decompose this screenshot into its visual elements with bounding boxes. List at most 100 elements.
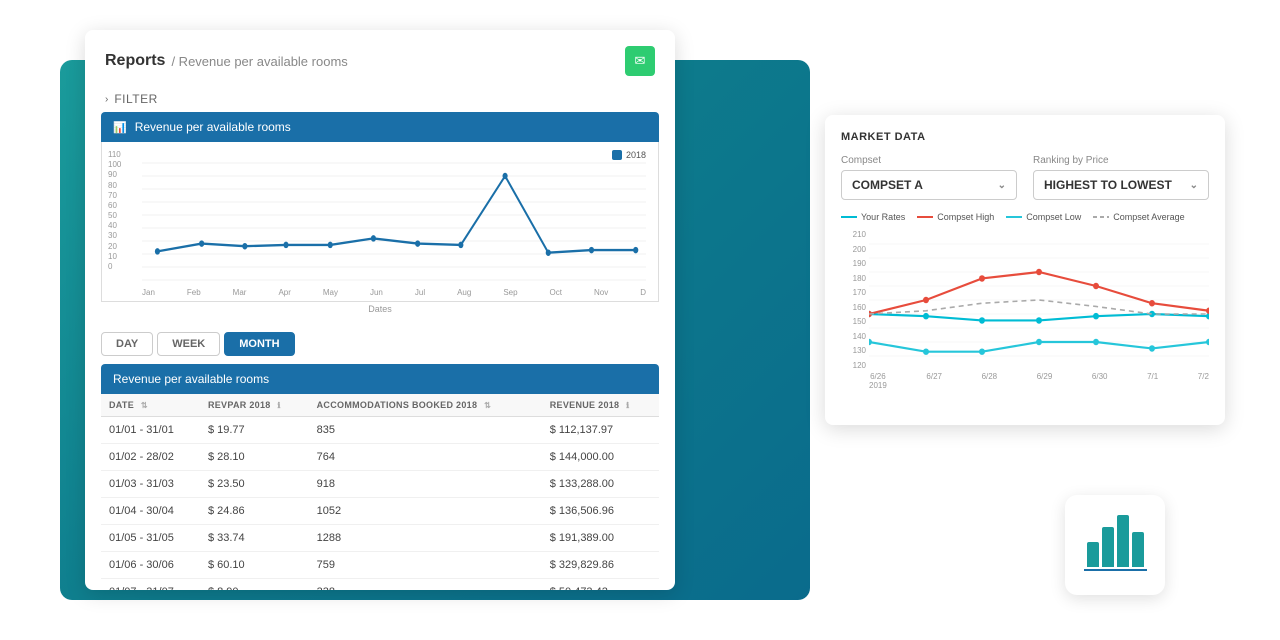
market-x-627: 6/27 xyxy=(926,372,942,390)
y-label-0: 0 xyxy=(108,262,121,271)
cell-revpar-1: $ 28.10 xyxy=(200,444,309,471)
market-y-axis: 210 200 190 180 170 160 150 140 130 120 xyxy=(841,230,866,370)
market-y-120: 120 xyxy=(841,361,866,370)
your-rates-label: Your Rates xyxy=(861,212,905,222)
table-row: 01/07 - 31/07 $ 8.90 338 $ 50,473.42 xyxy=(101,579,659,591)
cell-date-3: 01/04 - 30/04 xyxy=(101,498,200,525)
y-label-90: 90 xyxy=(108,170,121,179)
cell-date-0: 01/01 - 31/01 xyxy=(101,417,200,444)
tab-month[interactable]: MONTH xyxy=(224,332,294,356)
cell-date-2: 01/03 - 31/03 xyxy=(101,471,200,498)
time-tabs: DAY WEEK MONTH xyxy=(85,324,675,364)
market-y-150: 150 xyxy=(841,317,866,326)
market-y-160: 160 xyxy=(841,303,866,312)
x-label-oct: Oct xyxy=(550,288,562,297)
page-subtitle: / Revenue per available rooms xyxy=(171,54,347,69)
reports-card: Reports / Revenue per available rooms ✉ … xyxy=(85,30,675,590)
bar-4 xyxy=(1132,532,1144,567)
market-x-labels: 6/262019 6/27 6/28 6/29 6/30 7/1 7/2 xyxy=(869,372,1209,390)
bar-3 xyxy=(1117,515,1129,567)
y-label-70: 70 xyxy=(108,191,121,200)
col-revenue[interactable]: REVENUE 2018 ℹ xyxy=(542,394,659,417)
ranking-chevron-icon: ⌄ xyxy=(1190,180,1198,191)
sort-icon-accom: ⇅ xyxy=(484,401,491,410)
y-label-10: 10 xyxy=(108,252,121,261)
filter-chevron-icon: › xyxy=(105,94,108,105)
x-label-apr: Apr xyxy=(278,288,290,297)
market-y-140: 140 xyxy=(841,332,866,341)
market-x-626: 6/262019 xyxy=(869,372,887,390)
compset-label: Compset xyxy=(841,155,1017,166)
compset-low-line-icon xyxy=(1006,216,1022,218)
bar-2 xyxy=(1102,527,1114,567)
market-x-628: 6/28 xyxy=(982,372,998,390)
your-rates-line-icon xyxy=(841,216,857,218)
email-button[interactable]: ✉ xyxy=(625,46,655,76)
revenue-chart-section: 📊 Revenue per available rooms 110 100 90… xyxy=(101,112,659,314)
cell-revenue-1: $ 144,000.00 xyxy=(542,444,659,471)
x-axis-labels: Jan Feb Mar Apr May Jun Jul Aug Sep Oct … xyxy=(142,288,646,297)
cell-accom-5: 759 xyxy=(309,552,542,579)
cell-accom-0: 835 xyxy=(309,417,542,444)
cell-date-5: 01/06 - 30/06 xyxy=(101,552,200,579)
x-label-sep: Sep xyxy=(503,288,517,297)
bar-icon-card xyxy=(1065,495,1165,595)
y-label-50: 50 xyxy=(108,211,121,220)
col-date[interactable]: DATE ⇅ xyxy=(101,394,200,417)
ranking-value: HIGHEST TO LOWEST xyxy=(1044,178,1172,192)
tab-week[interactable]: WEEK xyxy=(157,332,220,356)
cell-revenue-2: $ 133,288.00 xyxy=(542,471,659,498)
legend-compset-low: Compset Low xyxy=(1006,212,1081,222)
market-card-title: MARKET DATA xyxy=(841,131,1209,143)
legend-compset-high: Compset High xyxy=(917,212,994,222)
cell-revpar-6: $ 8.90 xyxy=(200,579,309,591)
reports-title-group: Reports / Revenue per available rooms xyxy=(105,52,348,70)
table-row: 01/06 - 30/06 $ 60.10 759 $ 329,829.86 xyxy=(101,552,659,579)
compset-high-line-icon xyxy=(917,216,933,218)
col-accom[interactable]: ACCOMMODATIONS BOOKED 2018 ⇅ xyxy=(309,394,542,417)
cell-revpar-3: $ 24.86 xyxy=(200,498,309,525)
y-label-100: 100 xyxy=(108,160,121,169)
x-label-feb: Feb xyxy=(187,288,201,297)
x-label-nov: Nov xyxy=(594,288,608,297)
market-data-card: MARKET DATA Compset COMPSET A ⌄ Ranking … xyxy=(825,115,1225,425)
line-chart-svg xyxy=(142,150,646,293)
data-table: DATE ⇅ REVPAR 2018 ℹ ACCOMMODATIONS BOOK… xyxy=(101,394,659,590)
col-revpar[interactable]: REVPAR 2018 ℹ xyxy=(200,394,309,417)
market-x-72: 7/2 xyxy=(1198,372,1209,390)
chart-title: Revenue per available rooms xyxy=(135,120,291,134)
sort-icon-date: ⇅ xyxy=(141,401,148,410)
filter-bar[interactable]: › FILTER xyxy=(85,86,675,112)
market-x-630: 6/30 xyxy=(1092,372,1108,390)
x-label-mar: Mar xyxy=(233,288,247,297)
table-row: 01/05 - 31/05 $ 33.74 1288 $ 191,389.00 xyxy=(101,525,659,552)
table-row: 01/02 - 28/02 $ 28.10 764 $ 144,000.00 xyxy=(101,444,659,471)
y-label-80: 80 xyxy=(108,181,121,190)
cell-accom-3: 1052 xyxy=(309,498,542,525)
bar-1 xyxy=(1087,542,1099,567)
cell-revpar-0: $ 19.77 xyxy=(200,417,309,444)
x-label-jul: Jul xyxy=(415,288,425,297)
x-label-aug: Aug xyxy=(457,288,471,297)
compset-select-group: Compset COMPSET A ⌄ xyxy=(841,155,1017,200)
market-x-71: 7/1 xyxy=(1147,372,1158,390)
compset-avg-line-icon xyxy=(1093,216,1109,218)
market-chart-svg xyxy=(869,230,1209,370)
tab-day[interactable]: DAY xyxy=(101,332,153,356)
ranking-select[interactable]: HIGHEST TO LOWEST ⌄ xyxy=(1033,170,1209,200)
cell-date-4: 01/05 - 31/05 xyxy=(101,525,200,552)
cell-accom-4: 1288 xyxy=(309,525,542,552)
table-row: 01/01 - 31/01 $ 19.77 835 $ 112,137.97 xyxy=(101,417,659,444)
bar-chart-icon xyxy=(1087,515,1144,575)
chart-icon: 📊 xyxy=(113,121,127,134)
sort-icon-revpar: ℹ xyxy=(277,401,280,410)
table-header-bar: Revenue per available rooms xyxy=(101,364,659,394)
reports-header: Reports / Revenue per available rooms ✉ xyxy=(85,30,675,86)
x-label-jan: Jan xyxy=(142,288,155,297)
market-legend: Your Rates Compset High Compset Low Comp… xyxy=(841,212,1209,222)
y-label-20: 20 xyxy=(108,242,121,251)
cell-revpar-4: $ 33.74 xyxy=(200,525,309,552)
x-label-jun: Jun xyxy=(370,288,383,297)
compset-select[interactable]: COMPSET A ⌄ xyxy=(841,170,1017,200)
cell-accom-2: 918 xyxy=(309,471,542,498)
